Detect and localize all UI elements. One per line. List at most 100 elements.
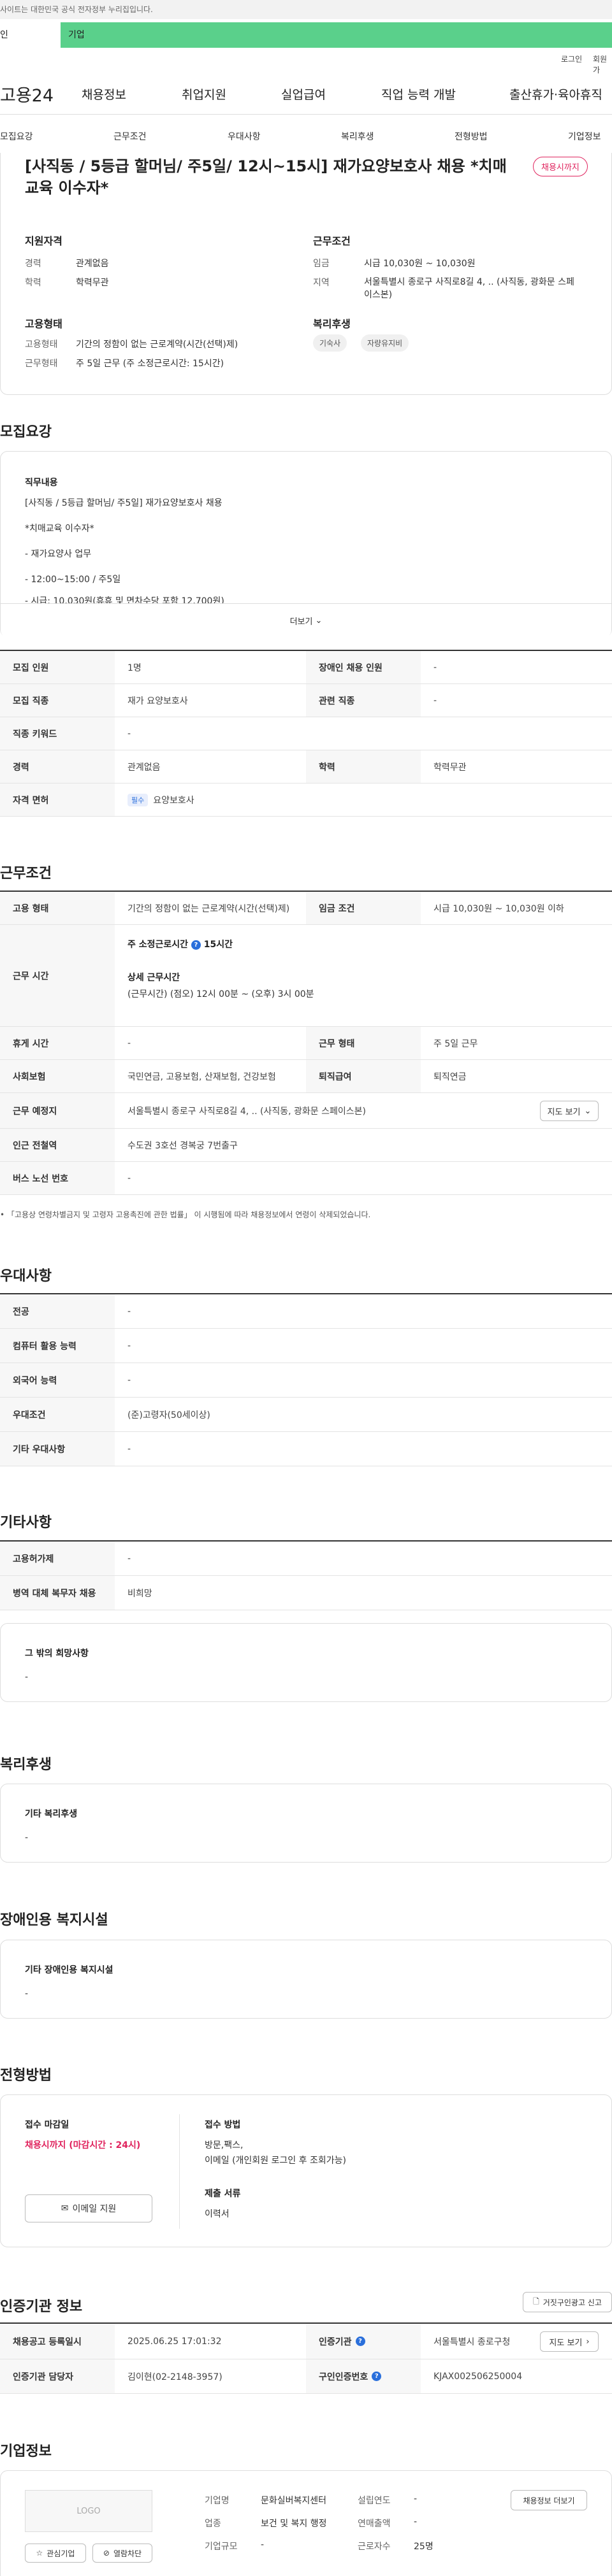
table-header: 근무 시간	[0, 925, 115, 1026]
chevron-down-icon: ⌄	[315, 616, 323, 626]
table-row: 컴퓨터 활용 능력 -	[0, 1329, 612, 1363]
table-header: 근무 형태	[306, 1027, 421, 1059]
email-apply-button[interactable]: ✉ 이메일 지원	[25, 2194, 152, 2222]
table-cell: -	[127, 1038, 131, 1048]
favorite-button[interactable]: ☆ 관심기업	[25, 2544, 86, 2563]
tab-pref[interactable]: 우대사항	[228, 130, 261, 143]
company-jobs-button[interactable]: 채용정보 더보기	[511, 2490, 587, 2510]
more-label: 더보기	[289, 617, 313, 627]
help-icon[interactable]: ?	[355, 2336, 365, 2346]
company-label: 연매출액	[358, 2519, 391, 2529]
weekly-hours-value: 15시간	[203, 940, 233, 950]
tab-recruit[interactable]: 모집요강	[0, 130, 33, 143]
welfare-box-value: -	[25, 1833, 29, 1843]
job-desc-line: [사직동 / 5등급 할머님/ 주5일] 재가요양보호사 채용	[25, 498, 222, 508]
type-value: 주 5일 근무 (주 소정근로시간: 15시간)	[76, 359, 224, 369]
gnb-menu-skills[interactable]: 직업 능력 개발	[381, 85, 456, 103]
report-label: 거짓구인광고 신고	[543, 2298, 602, 2307]
table-header: 병역 대체 복무자 채용	[0, 1576, 115, 1610]
company-value: 문화실버복지센터	[261, 2496, 327, 2506]
etc-section-title: 기타사항	[0, 1515, 52, 1531]
map-button[interactable]: 지도 보기 ›	[540, 2331, 599, 2352]
company-label: 업종	[205, 2519, 221, 2529]
block-button[interactable]: ⊘ 열람차단	[92, 2544, 152, 2563]
table-header: 자격 면허	[0, 784, 115, 816]
table-header: 버스 노선 번호	[0, 1162, 115, 1194]
docs-value: 이력서	[205, 2209, 229, 2219]
table-header: 인근 전철역	[0, 1129, 115, 1161]
cond-value: 서울특별시 종로구 사직로8길 4, .. (사직동, 광화문 스페이스본)	[364, 277, 574, 300]
map-button[interactable]: 지도 보기 ⌄	[540, 1101, 599, 1121]
type-heading: 고용형태	[25, 318, 62, 330]
company-label: 근로자수	[358, 2542, 391, 2552]
table-row: 모집 직종 재가 요양보호사 관련 직종 -	[0, 684, 612, 717]
table-row: 우대조건 (준)고령자(50세이상)	[0, 1398, 612, 1432]
table-row: 채용공고 등록일시 2025.06.25 17:01:32 인증기관? 서울특별…	[0, 2324, 612, 2359]
section-tabs: 모집요강 근무조건 우대사항 복리후생 전형방법 기업정보	[0, 115, 612, 157]
tab-work[interactable]: 근무조건	[113, 130, 147, 143]
gov-notice-bar: 사이트는 대한민국 공식 전자정부 누리집입니다.	[0, 0, 612, 19]
hope-value: -	[25, 1672, 29, 1682]
table-header: 모집 인원	[0, 651, 115, 683]
gnb-menu-unemployment[interactable]: 실업급여	[281, 85, 326, 103]
gnb-menu-employment-support[interactable]: 취업지원	[182, 85, 226, 103]
age-notice-text: 「고용상 연령차별금지 및 고령자 고용촉진에 관한 법률」 이 시행됨에 따라…	[6, 1210, 371, 1219]
table-row: 전공 -	[0, 1294, 612, 1329]
gnb-menu-jobs[interactable]: 채용정보	[82, 85, 126, 103]
cert-section-title: 인증기관 정보	[0, 2299, 83, 2315]
qual-value: 학력무관	[76, 278, 109, 288]
type-label: 근무형태	[25, 359, 58, 369]
global-nav: 고용24 채용정보 취업지원 실업급여 직업 능력 개발 출산휴가·육아휴직	[0, 76, 612, 115]
table-row: 고용허가제 -	[0, 1542, 612, 1576]
hope-card: 그 밖의 희망사항 -	[0, 1623, 612, 1702]
table-cell: 수도권 3호선 경복궁 7번출구	[127, 1140, 238, 1151]
tab-company[interactable]: 기업정보	[568, 130, 601, 143]
table-header: 인증기관?	[306, 2324, 421, 2359]
tab-welfare[interactable]: 복리후생	[341, 130, 374, 143]
report-button[interactable]: 🗋 거짓구인광고 신고	[523, 2292, 612, 2312]
table-cell: -	[127, 1173, 131, 1184]
table-row: 근무 시간 주 소정근로시간 ? 15시간 상세 근무시간 (근무시간) (점오…	[0, 925, 612, 1027]
recruit-section-title: 모집요강	[0, 424, 52, 440]
company-value: 25명	[414, 2542, 433, 2552]
table-row: 버스 노선 번호 -	[0, 1162, 612, 1195]
table-header: 컴퓨터 활용 능력	[0, 1329, 115, 1363]
welfare-chip: 자량유지비	[361, 334, 409, 352]
table-header: 관련 직종	[306, 684, 421, 717]
block-icon: ⊘	[103, 2549, 110, 2558]
table-row: 직종 키워드 -	[0, 717, 612, 750]
table-cell: -	[127, 1375, 131, 1385]
help-icon[interactable]: ?	[372, 2372, 382, 2381]
company-card: LOGO ☆ 관심기업 ⊘ 열람차단 기업명 문화실버복지센터 설립연도 - 업종 …	[0, 2470, 612, 2576]
table-cell: -	[127, 1443, 131, 1454]
help-icon[interactable]: ?	[191, 940, 201, 950]
qual-heading: 지원자격	[25, 235, 62, 247]
login-link[interactable]: 로그인	[561, 54, 582, 64]
gov-notice-text: 사이트는 대한민국 공식 전자정부 누리집입니다.	[0, 5, 153, 14]
deadline-heading: 접수 마감일	[25, 2120, 69, 2130]
map-button-label: 지도 보기	[547, 1107, 581, 1117]
table-cell: 주 5일 근무	[433, 1038, 478, 1049]
tab-process[interactable]: 전형방법	[455, 130, 488, 143]
gnb-menu-leave[interactable]: 출산휴가·육아휴직	[509, 85, 602, 103]
table-cell: KJAX002506250004	[433, 2371, 523, 2382]
more-button[interactable]: 더보기 ⌄	[1, 603, 611, 638]
company-logo: LOGO	[25, 2490, 152, 2532]
tab-business[interactable]: 기업	[61, 22, 612, 48]
pref-section-title: 우대사항	[0, 1268, 52, 1284]
table-cell: 시급 10,030원 ~ 10,030원 이하	[433, 903, 564, 914]
site-logo[interactable]: 고용24	[0, 82, 54, 106]
utility-bar: 로그인 회원가	[0, 47, 612, 76]
job-summary-card: [사직동 / 5등급 할머님/ 주5일/ 12시~15시] 재가요양보호사 채용…	[0, 153, 612, 395]
weekly-hours: 주 소정근로시간 ? 15시간	[127, 938, 233, 950]
tab-individual[interactable]: 인	[0, 22, 61, 48]
table-header: 채용공고 등록일시	[0, 2324, 115, 2359]
table-row: 기타 우대사항 -	[0, 1432, 612, 1466]
status-badge: 채용시까지	[533, 157, 588, 176]
favorite-label: 관심기업	[47, 2549, 75, 2558]
qual-label: 경력	[25, 259, 41, 269]
table-header: 임금 조건	[306, 892, 421, 924]
table-row: 휴게 시간 - 근무 형태 주 5일 근무	[0, 1027, 612, 1060]
join-link[interactable]: 회원가	[593, 54, 612, 75]
job-desc-card: 직무내용 [사직동 / 5등급 할머님/ 주5일] 재가요양보호사 채용 *치매…	[0, 451, 612, 638]
